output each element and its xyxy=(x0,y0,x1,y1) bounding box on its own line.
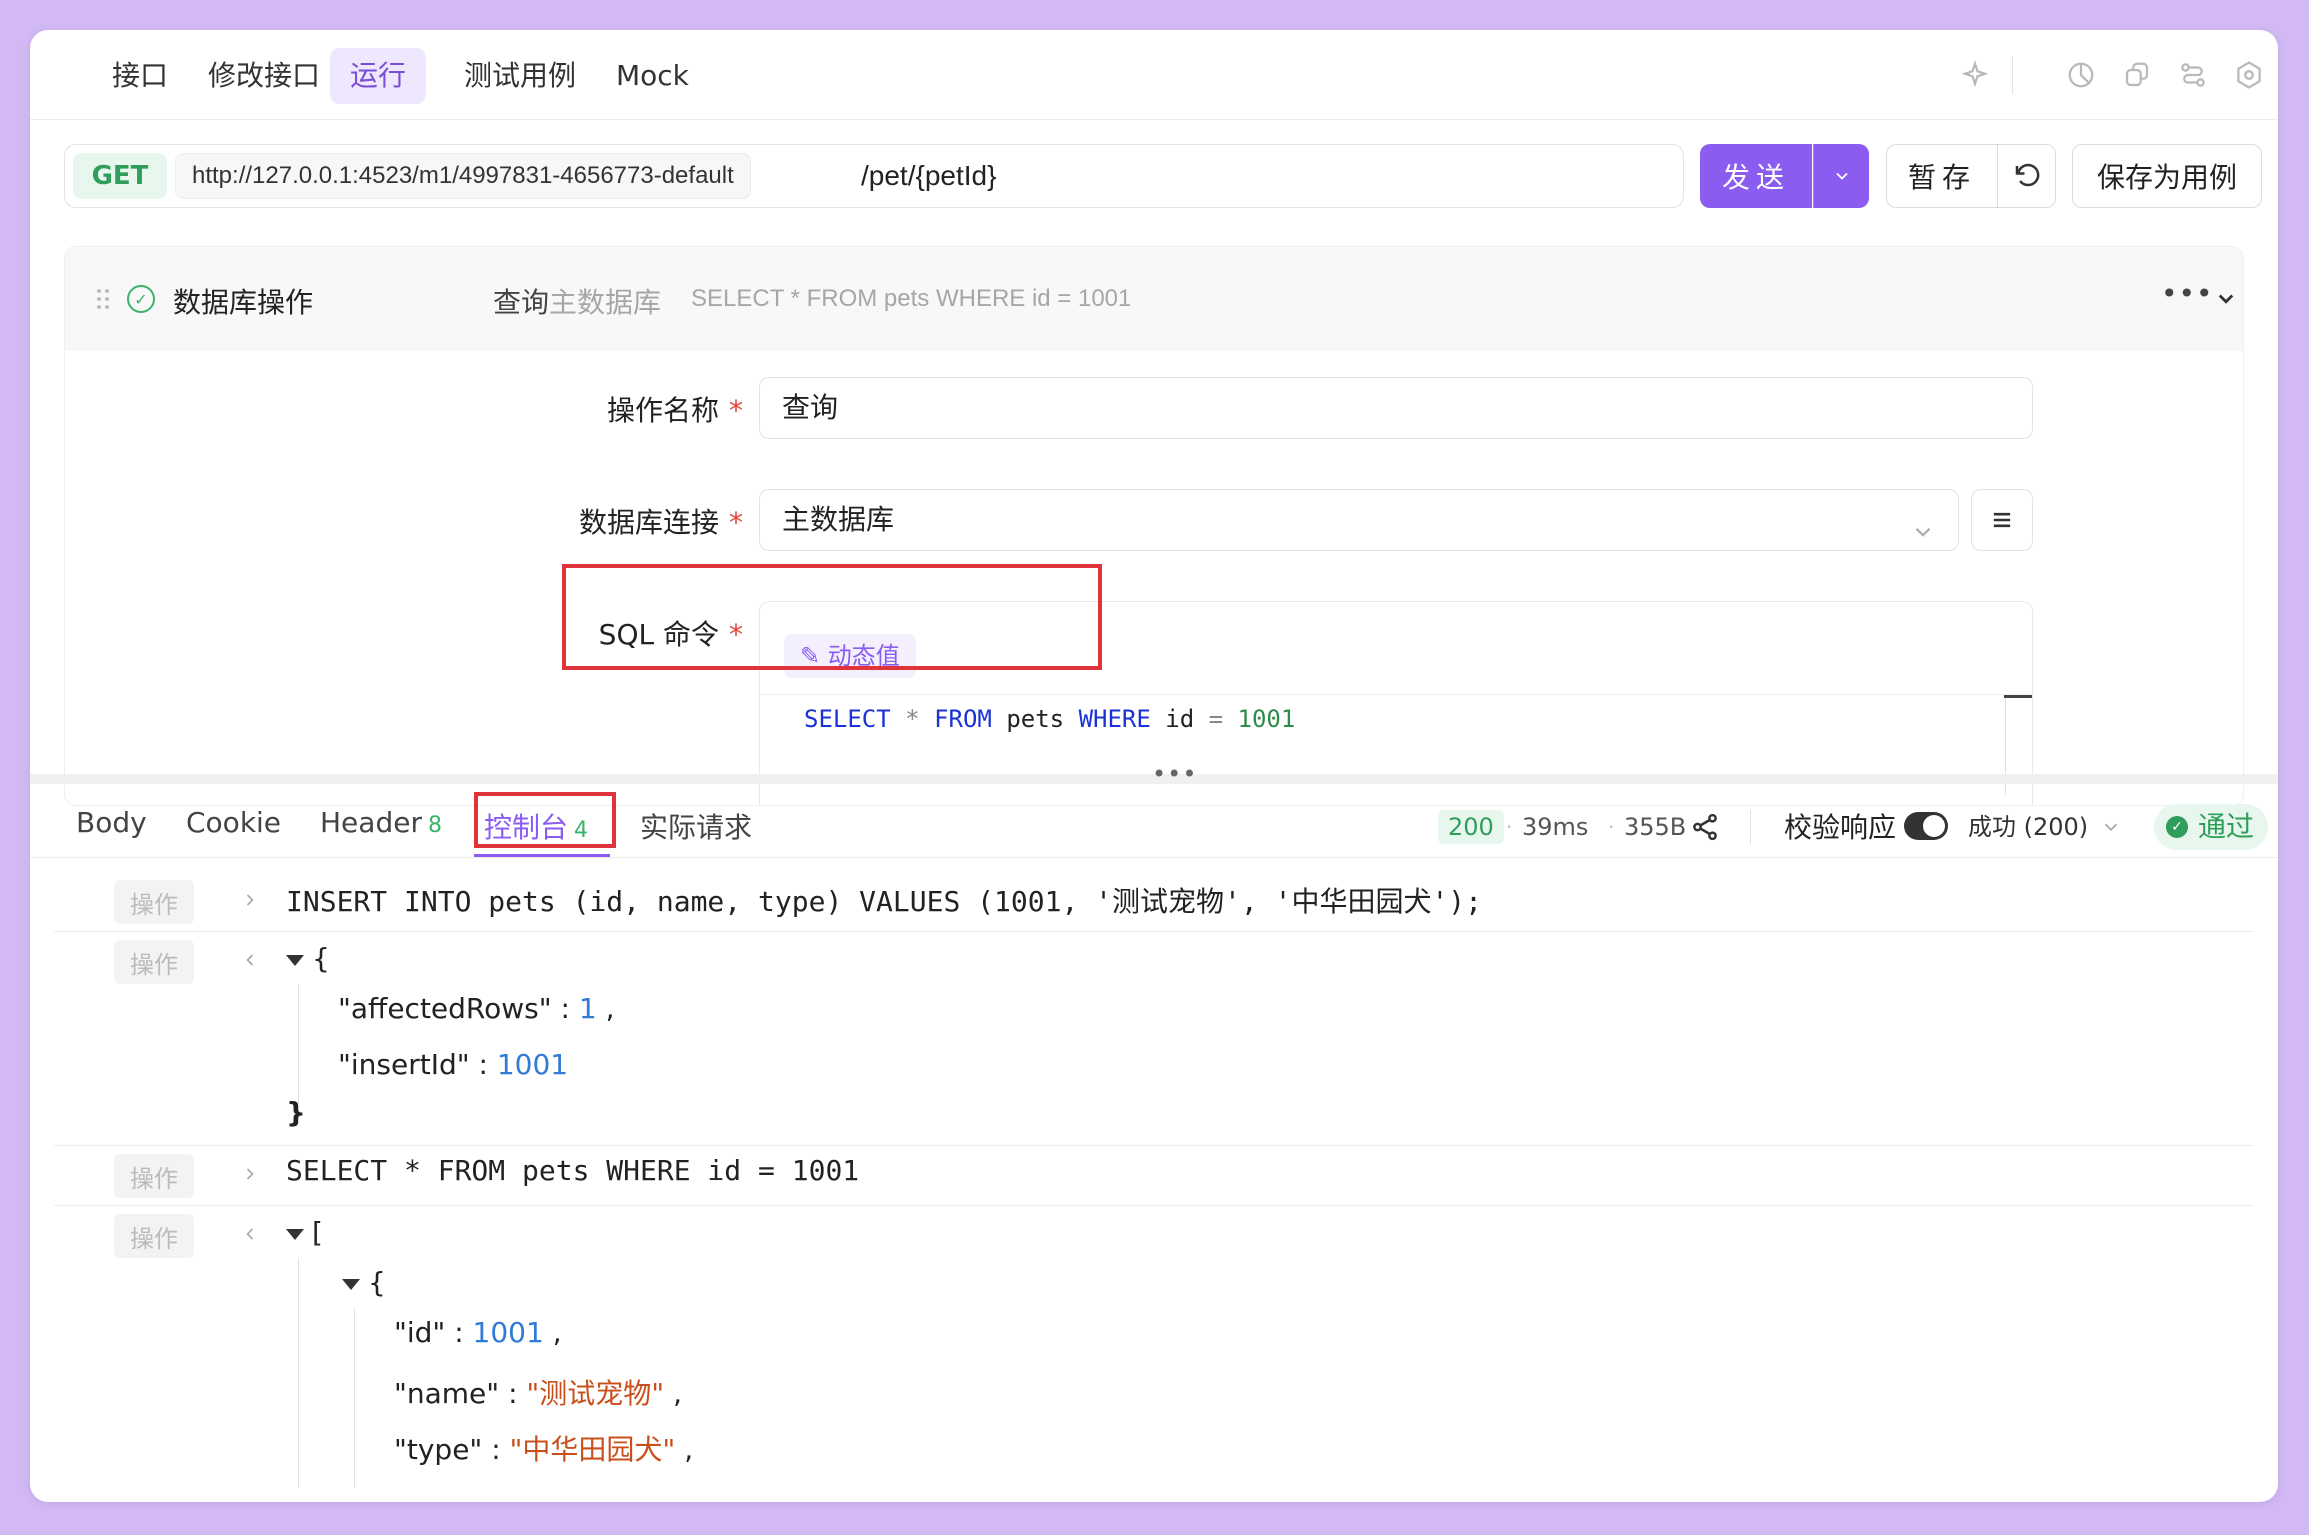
undo-icon xyxy=(2015,163,2039,187)
db-operation-name: 查询 xyxy=(493,286,550,319)
share-icon[interactable] xyxy=(1690,812,1720,842)
app-window: 接口 修改接口 运行 测试用例 Mock GET http://127.0.0.… xyxy=(30,30,2278,1502)
json-open-bracket[interactable]: [ xyxy=(286,1216,323,1249)
op-tag: 操作 xyxy=(114,1214,194,1258)
json-field-affected-rows: "affectedRows" : 1 , xyxy=(338,992,615,1025)
revert-button[interactable] xyxy=(1998,144,2056,208)
tab-test-cases[interactable]: 测试用例 xyxy=(444,48,596,104)
base-url-chip[interactable]: http://127.0.0.1:4523/m1/4997831-4656773… xyxy=(175,153,751,199)
tab-edit-interface[interactable]: 修改接口 xyxy=(188,48,340,104)
db-connection-value: 主数据库 xyxy=(782,503,895,536)
collapse-triangle-icon[interactable] xyxy=(342,1278,360,1290)
verify-response-label: 校验响应 xyxy=(1784,811,1897,844)
chevron-down-icon[interactable] xyxy=(2211,283,2241,313)
console-log: 操作 INSERT INTO pets (id, name, type) VAL… xyxy=(54,872,2254,1488)
json-field-name: "name" : "测试宠物" , xyxy=(394,1377,682,1410)
console-entry[interactable]: 操作 INSERT INTO pets (id, name, type) VAL… xyxy=(54,872,2254,932)
response-tab-bar: Body Cookie Header 8 控制台 4 实际请求 200 · 39ms… xyxy=(30,796,2278,858)
flow-icon[interactable] xyxy=(2176,58,2210,92)
chevron-right-icon xyxy=(240,1164,260,1184)
console-entry[interactable]: 操作 SELECT * FROM pets WHERE id = 1001 xyxy=(54,1146,2254,1206)
db-operation-connection: 主数据库 xyxy=(549,286,662,319)
drag-handle-icon[interactable] xyxy=(95,287,111,311)
json-field-id: "id" : 1001 , xyxy=(394,1316,562,1349)
save-as-case-button[interactable]: 保存为用例 xyxy=(2072,144,2262,208)
db-connection-label: 数据库连接 * xyxy=(578,506,743,539)
response-size: 355B xyxy=(1624,813,1687,841)
path-input[interactable]: /pet/{petId} xyxy=(861,145,996,207)
json-open-brace[interactable]: { xyxy=(286,942,330,975)
collapse-triangle-icon[interactable] xyxy=(286,954,304,966)
chevron-right-icon xyxy=(240,890,260,910)
chevron-down-icon[interactable] xyxy=(2100,816,2122,838)
ai-sparkle-icon[interactable] xyxy=(1958,58,1992,92)
console-sql-text: INSERT INTO pets (id, name, type) VALUES… xyxy=(286,885,1483,918)
db-connection-select[interactable]: 主数据库 xyxy=(759,489,1959,551)
save-temp-button[interactable]: 暂存 xyxy=(1886,144,1998,208)
send-button[interactable]: 发送 xyxy=(1700,144,1812,208)
resize-grip-icon[interactable]: ••• xyxy=(1152,760,1197,788)
chevron-down-icon xyxy=(1835,172,1848,180)
status-badge: 200 xyxy=(1438,810,1504,844)
db-operation-title: 数据库操作 xyxy=(173,286,314,319)
op-tag: 操作 xyxy=(114,880,194,924)
db-operation-panel: ✓ 数据库操作 查询 主数据库 SELECT * FROM pets WHERE… xyxy=(64,246,2244,806)
tab-interface[interactable]: 接口 xyxy=(92,48,188,104)
stats-icon[interactable] xyxy=(2064,58,2098,92)
op-name-label: 操作名称 * xyxy=(606,394,743,427)
send-dropdown-button[interactable] xyxy=(1813,144,1869,208)
settings-icon[interactable] xyxy=(2232,58,2266,92)
copy-icon[interactable] xyxy=(2120,58,2154,92)
chevron-down-icon xyxy=(1910,506,1936,537)
db-operation-header[interactable]: ✓ 数据库操作 查询 主数据库 SELECT * FROM pets WHERE… xyxy=(65,247,2243,351)
op-tag: 操作 xyxy=(114,1154,194,1198)
pass-badge: ✓ 通过 xyxy=(2154,804,2269,850)
console-entry[interactable]: 操作 [ { "id" : 1001 , "name" : "测试宠物" , "… xyxy=(54,1206,2254,1488)
tab-header[interactable]: Header 8 xyxy=(320,806,442,839)
collapse-triangle-icon[interactable] xyxy=(286,1228,304,1240)
chevron-left-icon xyxy=(240,950,260,970)
sql-code-line[interactable]: SELECT * FROM pets WHERE id = 1001 xyxy=(760,694,2032,742)
console-entry[interactable]: 操作 { "affectedRows" : 1 , "insertId" : 1… xyxy=(54,932,2254,1146)
json-open-brace[interactable]: { xyxy=(342,1266,386,1299)
db-operation-sql-preview: SELECT * FROM pets WHERE id = 1001 xyxy=(691,285,1132,312)
tab-console[interactable]: 控制台 4 xyxy=(484,806,588,846)
json-field-insert-id: "insertId" : 1001 xyxy=(338,1048,569,1081)
tab-body[interactable]: Body xyxy=(76,806,147,839)
check-circle-icon: ✓ xyxy=(2166,816,2188,838)
console-sql-text: SELECT * FROM pets WHERE id = 1001 xyxy=(286,1154,860,1187)
connection-menu-button[interactable] xyxy=(1971,489,2033,551)
response-time: 39ms xyxy=(1522,813,1589,841)
json-close-brace: } xyxy=(286,1096,306,1129)
op-tag: 操作 xyxy=(114,940,194,984)
enabled-check-icon[interactable]: ✓ xyxy=(127,285,155,313)
op-name-input[interactable]: 查询 xyxy=(759,377,2033,439)
tab-run[interactable]: 运行 xyxy=(330,48,427,104)
active-tab-indicator xyxy=(474,854,610,857)
top-tab-bar: 接口 修改接口 运行 测试用例 Mock xyxy=(30,30,2278,120)
tab-cookie[interactable]: Cookie xyxy=(186,806,281,839)
tab-actual-request[interactable]: 实际请求 xyxy=(640,806,752,846)
menu-icon xyxy=(1993,512,2011,528)
verify-response-toggle[interactable] xyxy=(1904,812,1948,840)
chevron-left-icon xyxy=(240,1224,260,1244)
method-select[interactable]: GET xyxy=(73,153,167,199)
magic-wand-icon: ✎ xyxy=(800,642,821,670)
success-status-select[interactable]: 成功 (200) xyxy=(1968,810,2088,844)
url-bar[interactable]: GET http://127.0.0.1:4523/m1/4997831-465… xyxy=(64,144,1684,208)
more-options-icon[interactable]: ••• xyxy=(2161,277,2214,310)
dynamic-value-button[interactable]: ✎ 动态值 xyxy=(784,634,916,678)
sql-command-label: SQL 命令 * xyxy=(598,618,743,651)
json-field-type: "type" : "中华田园犬" , xyxy=(394,1433,694,1466)
tab-mock[interactable]: Mock xyxy=(596,48,709,104)
